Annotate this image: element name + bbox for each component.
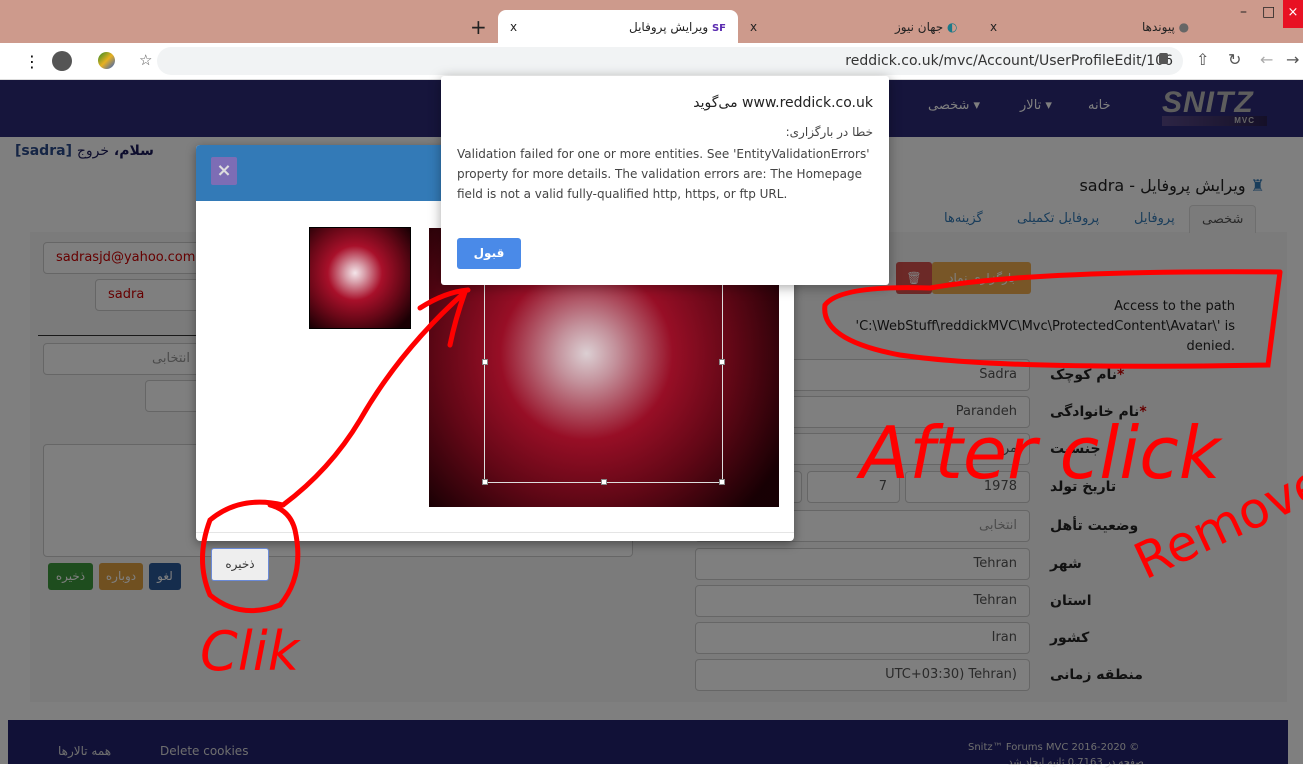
favicon-icon: SF xyxy=(711,22,726,34)
alert-dialog: www.reddick.co.uk می‌گوید خطا در بارگزار… xyxy=(441,76,889,285)
close-tab-icon[interactable]: x xyxy=(990,10,997,43)
alert-subtitle: خطا در بارگزاری: xyxy=(785,125,873,139)
crop-handle[interactable] xyxy=(719,479,725,485)
alert-message: Validation failed for one or more entiti… xyxy=(457,147,870,201)
menu-icon[interactable]: ⋮ xyxy=(24,52,40,71)
minimize-icon[interactable]: – xyxy=(1240,4,1247,20)
profile-icon[interactable] xyxy=(52,51,72,71)
favicon-icon: ◐ xyxy=(947,19,958,34)
maximize-icon[interactable]: □ xyxy=(1262,4,1275,20)
forward-icon[interactable]: ← xyxy=(1260,50,1273,69)
globe-icon: ● xyxy=(1178,19,1190,34)
alert-ok-button[interactable]: قبول xyxy=(457,238,521,269)
star-icon[interactable]: ☆ xyxy=(139,51,152,69)
close-modal-button[interactable]: × xyxy=(211,157,237,185)
tab-title: پیوندها xyxy=(1142,19,1175,34)
close-tab-icon[interactable]: x xyxy=(750,10,757,43)
tab-jahan-news[interactable]: جهان نیوز ◐ xyxy=(895,10,958,43)
close-tab-icon[interactable]: x xyxy=(510,20,517,34)
lock-icon[interactable] xyxy=(1159,53,1168,64)
url-text[interactable]: reddick.co.uk/mvc/Account/UserProfileEdi… xyxy=(845,53,1173,69)
modal-footer-divider xyxy=(196,532,794,533)
new-tab-button[interactable]: + xyxy=(470,10,487,43)
modal-save-button[interactable]: ذخیره xyxy=(211,548,269,581)
back-icon[interactable]: → xyxy=(1286,50,1299,69)
crop-selection[interactable] xyxy=(482,283,725,485)
tab-links[interactable]: پیوندها ● xyxy=(1142,10,1189,43)
avatar-preview xyxy=(309,227,411,329)
crop-handle[interactable] xyxy=(719,359,725,365)
tab-title: جهان نیوز xyxy=(895,19,944,34)
tab-edit-profile[interactable]: x ویرایش پروفایل SF xyxy=(498,10,738,43)
extension-icon[interactable] xyxy=(98,52,115,69)
alert-title: www.reddick.co.uk می‌گوید xyxy=(693,95,873,111)
crop-handle[interactable] xyxy=(482,479,488,485)
reload-icon[interactable]: ↻ xyxy=(1228,50,1241,69)
home-icon[interactable]: ⇧ xyxy=(1196,50,1209,69)
crop-handle[interactable] xyxy=(601,479,607,485)
tab-title: ویرایش پروفایل xyxy=(629,19,709,34)
crop-handle[interactable] xyxy=(482,359,488,365)
close-window-icon[interactable]: × xyxy=(1283,0,1303,28)
